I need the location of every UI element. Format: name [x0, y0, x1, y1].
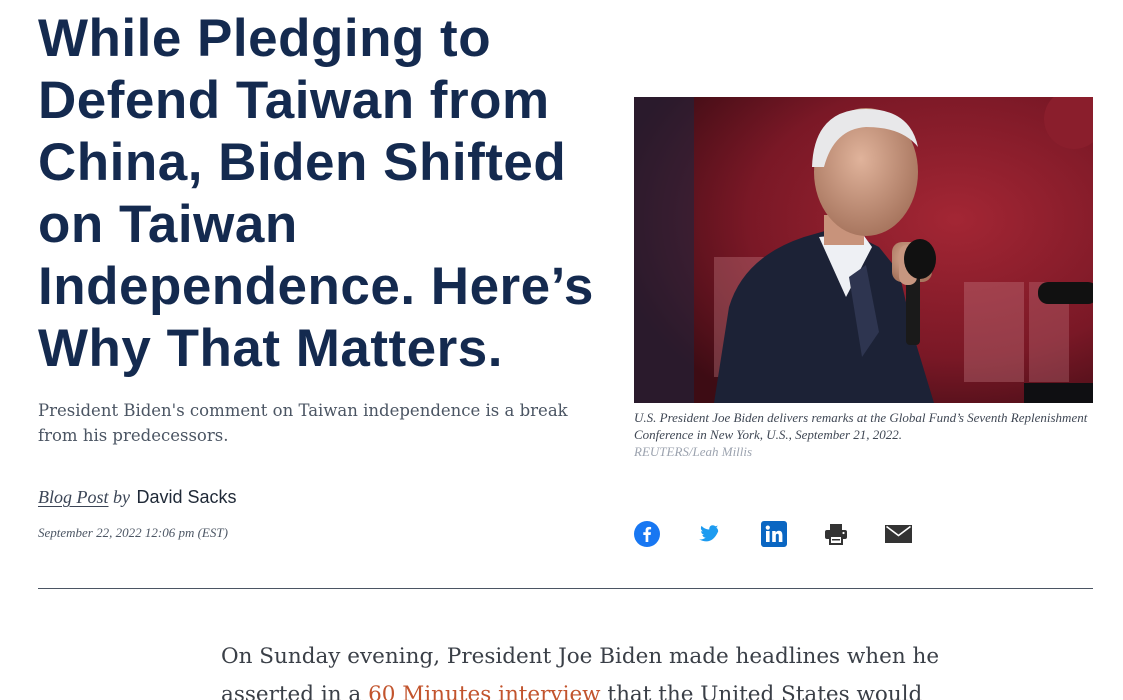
hero-photo-illustration — [634, 97, 1093, 403]
author-link[interactable]: David Sacks — [137, 487, 237, 507]
article-body: On Sunday evening, President Joe Biden m… — [221, 638, 941, 700]
body-line-2: asserted in a 60 Minutes interview that … — [221, 676, 941, 700]
share-facebook-button[interactable] — [633, 520, 661, 548]
hero-image — [634, 97, 1093, 403]
sixty-minutes-interview-link[interactable]: 60 Minutes interview — [368, 682, 601, 700]
share-twitter-button[interactable] — [697, 520, 725, 548]
body-line-2-end: that the United States would — [600, 682, 923, 700]
article-headline: While Pledging to Defend Taiwan from Chi… — [38, 9, 594, 378]
body-line-1: On Sunday evening, President Joe Biden m… — [221, 644, 940, 669]
print-button[interactable] — [822, 520, 850, 548]
email-share-button[interactable] — [884, 520, 912, 548]
print-icon — [825, 524, 847, 545]
linkedin-icon — [761, 521, 787, 547]
publish-date: September 22, 2022 12:06 pm (EST) — [38, 525, 228, 540]
image-caption: U.S. President Joe Biden delivers remark… — [634, 410, 1088, 442]
facebook-icon — [634, 521, 660, 547]
article-dek: President Biden's comment on Taiwan inde… — [38, 401, 568, 445]
body-line-2-start: asserted in a — [221, 682, 369, 700]
twitter-icon — [699, 525, 719, 542]
email-icon — [884, 525, 912, 543]
share-linkedin-button[interactable] — [760, 520, 788, 548]
content-type-link[interactable]: Blog Post — [38, 487, 109, 507]
section-divider — [38, 588, 1093, 589]
byline: Blog Post by David Sacks — [38, 487, 237, 508]
image-credit: REUTERS/Leah Millis — [634, 444, 753, 459]
byline-by: by — [113, 487, 130, 507]
